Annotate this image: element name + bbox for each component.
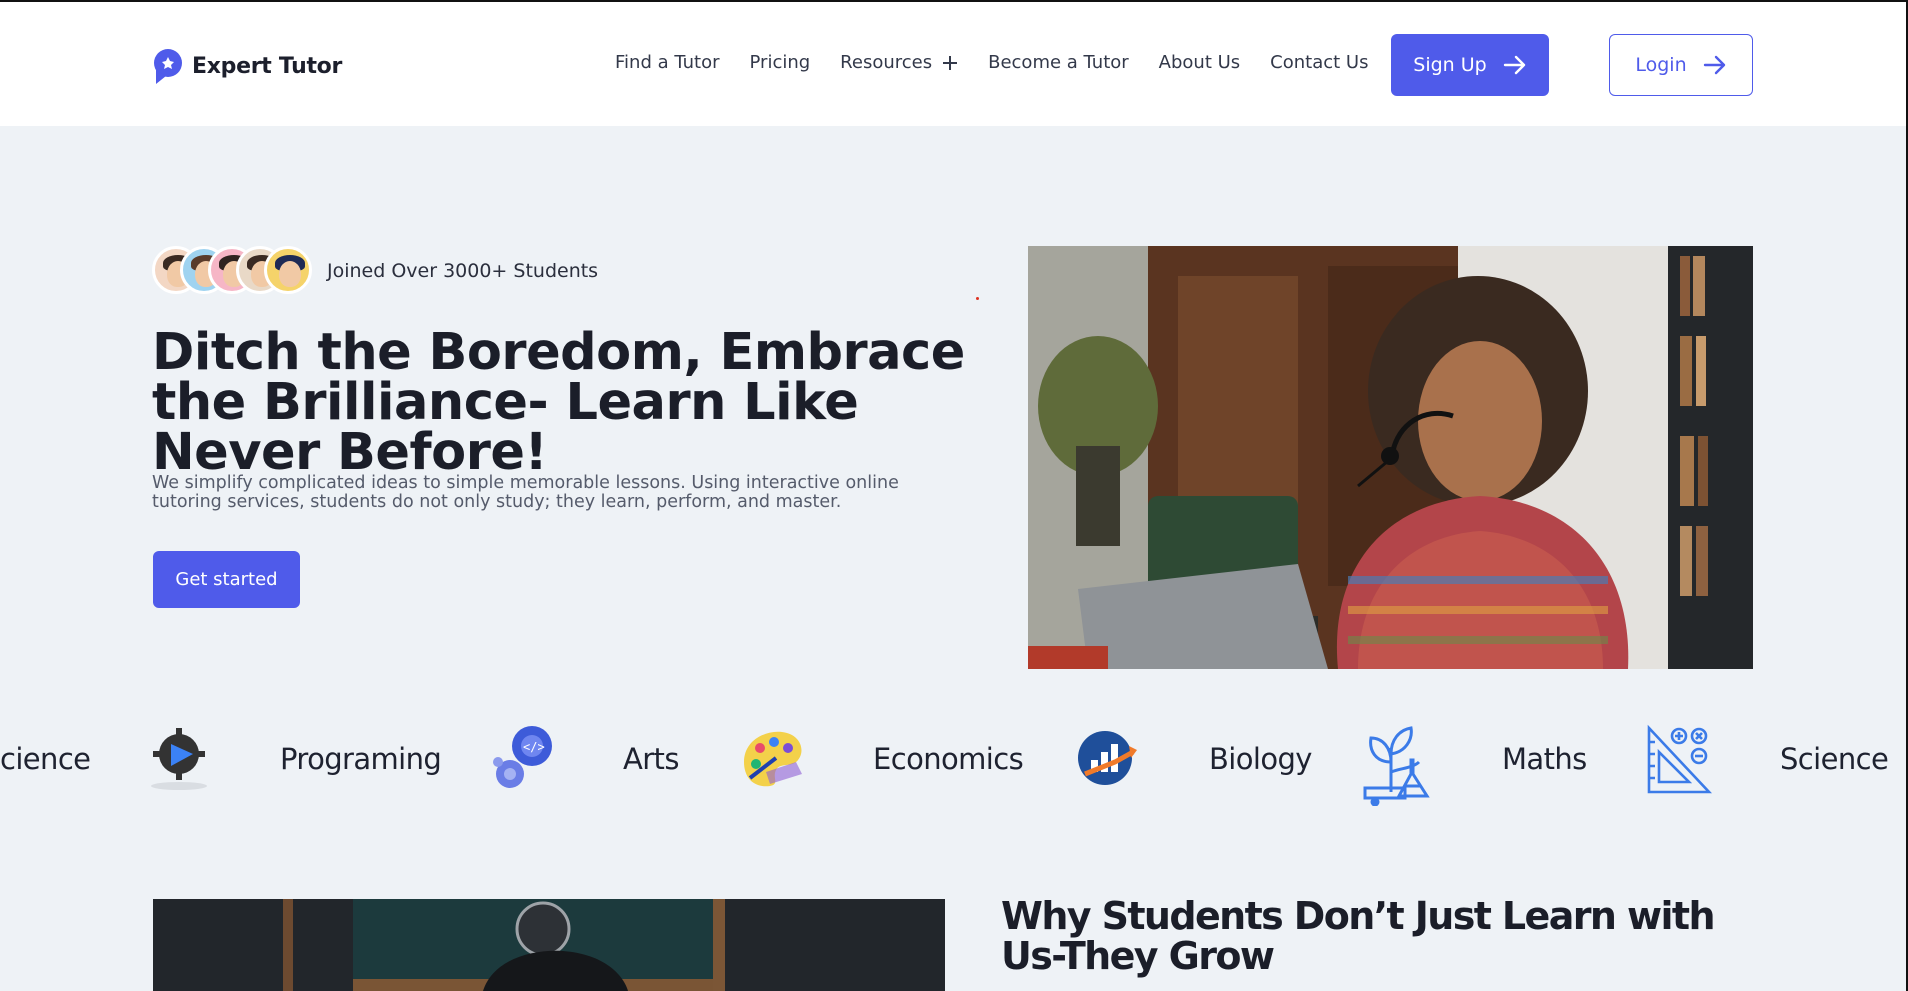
nav-resources[interactable]: Resources [840, 52, 958, 73]
arrow-right-icon [1703, 55, 1725, 75]
biology-plant-flask-icon [1361, 722, 1441, 810]
student-avatars [152, 246, 312, 294]
joined-students-text: Joined Over 3000+ Students [327, 260, 599, 282]
subject-label[interactable]: Arts [623, 742, 679, 776]
subject-label[interactable]: cience [0, 742, 91, 776]
subject-label[interactable]: Science [1780, 742, 1889, 776]
hero-description: We simplify complicated ideas to simple … [152, 473, 899, 512]
nav-label: Contact Us [1270, 52, 1369, 73]
login-button[interactable]: Login [1609, 34, 1753, 96]
hero-title: Ditch the Boredom, Embrace the Brillianc… [152, 323, 965, 482]
video-gear-icon [143, 722, 215, 798]
paint-palette-icon [736, 722, 810, 798]
site-header: Expert Tutor Find a Tutor Pricing Resour… [0, 2, 1906, 126]
nav-find-a-tutor[interactable]: Find a Tutor [615, 52, 720, 73]
plus-icon [943, 55, 958, 70]
nav-label: Resources [840, 52, 933, 73]
arrow-right-icon [1503, 55, 1525, 75]
brand-logo[interactable]: Expert Tutor [152, 46, 342, 86]
subject-label[interactable]: Maths [1502, 742, 1587, 776]
main-nav: Find a Tutor Pricing Resources Become a … [615, 52, 1368, 73]
logo-icon [152, 48, 184, 84]
economics-chart-icon [1075, 722, 1139, 798]
nav-label: Pricing [749, 52, 811, 73]
get-started-button[interactable]: Get started [153, 551, 300, 608]
student-photo [153, 899, 945, 991]
code-gears-icon: </> [488, 722, 558, 798]
signup-button[interactable]: Sign Up [1391, 34, 1549, 96]
signup-label: Sign Up [1413, 54, 1487, 76]
maths-ruler-icon [1645, 722, 1715, 798]
nav-contact-us[interactable]: Contact Us [1270, 52, 1368, 73]
decorative-dot [976, 297, 979, 300]
avatar [264, 246, 312, 294]
nav-about-us[interactable]: About Us [1159, 52, 1241, 73]
login-label: Login [1635, 54, 1687, 76]
subject-label[interactable]: Programing [280, 742, 442, 776]
nav-label: Find a Tutor [615, 52, 720, 73]
subject-label[interactable]: Biology [1209, 742, 1312, 776]
nav-become-a-tutor[interactable]: Become a Tutor [988, 52, 1129, 73]
subjects-carousel: cience Programing </> Arts Economics Bio… [0, 722, 1906, 807]
nav-pricing[interactable]: Pricing [750, 52, 811, 73]
nav-label: Become a Tutor [988, 52, 1129, 73]
nav-label: About Us [1158, 52, 1241, 73]
svg-text:</>: </> [523, 740, 545, 754]
brand-name: Expert Tutor [192, 53, 343, 79]
section-title: Why Students Don’t Just Learn with Us-Th… [1001, 894, 1716, 978]
hero-tutor-photo [1028, 246, 1753, 669]
subject-label[interactable]: Economics [873, 742, 1024, 776]
